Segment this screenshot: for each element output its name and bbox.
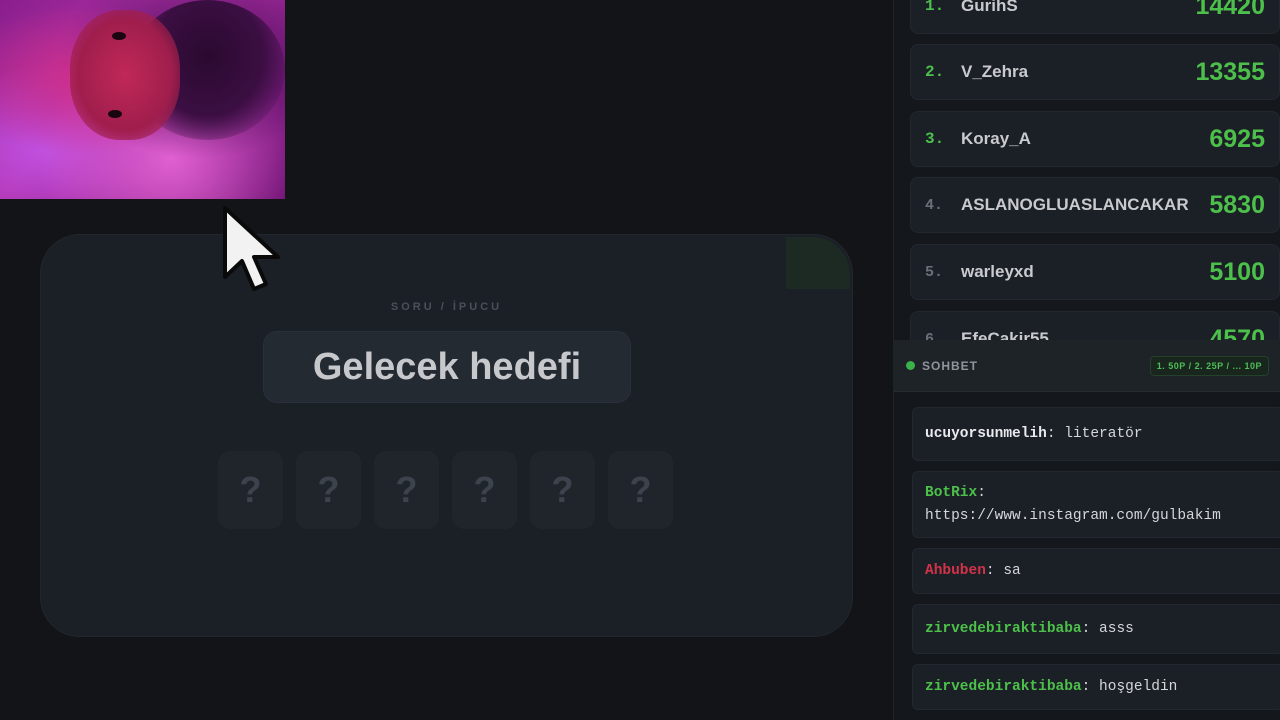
leaderboard-row: 1. GurihS 14420 <box>910 0 1280 34</box>
leaderboard-score: 5100 <box>1209 257 1265 286</box>
leaderboard-row: 5. warleyxd 5100 <box>910 244 1280 300</box>
leaderboard-row: 4. ASLANOGLUASLANCAKAR 5830 <box>910 177 1280 233</box>
letter-tile: ? <box>374 451 439 529</box>
chat-username[interactable]: zirvedebiraktibaba <box>925 621 1082 637</box>
leaderboard-name: ASLANOGLUASLANCAKAR <box>961 195 1189 214</box>
leaderboard-rank: 5. <box>925 263 944 281</box>
letter-tile: ? <box>530 451 595 529</box>
webcam-eye <box>108 110 122 118</box>
leaderboard-score: 13355 <box>1195 57 1265 86</box>
card-corner-accent <box>786 237 850 289</box>
leaderboard-name: Koray_A <box>961 129 1031 148</box>
letter-tile: ? <box>218 451 283 529</box>
webcam-face <box>70 10 180 140</box>
chat-text: literatör <box>1064 425 1143 442</box>
leaderboard-score: 14420 <box>1195 0 1265 20</box>
letter-tile: ? <box>296 451 361 529</box>
letter-tile: ? <box>608 451 673 529</box>
leaderboard-rank: 4. <box>925 196 944 214</box>
app-root: SORU / İPUCU Gelecek hedefi ? ? ? ? ? ? … <box>0 0 1280 720</box>
chat-message: BotRix: https://www.instagram.com/gulbak… <box>912 471 1280 538</box>
right-panel: 1. GurihS 14420 2. V_Zehra 13355 3. Kora… <box>893 0 1280 720</box>
chat-colon: : <box>1081 620 1100 637</box>
chat-colon: : <box>1081 678 1100 695</box>
chat-username[interactable]: zirvedebiraktibaba <box>925 679 1082 695</box>
leaderboard-score: 6925 <box>1209 124 1265 153</box>
points-badge: 1. 50P / 2. 25P / ... 10P <box>1149 355 1269 376</box>
leaderboard-rank: 2. <box>925 63 945 81</box>
chat-message: zirvedebiraktibaba: asss <box>912 604 1280 654</box>
leaderboard-rank: 1. <box>925 0 945 15</box>
chat-message: zirvedebiraktibaba: hoşgeldin <box>912 664 1280 710</box>
chat-colon: : <box>985 562 1004 579</box>
leaderboard-rank: 3. <box>925 130 945 148</box>
chat-text: sa <box>1003 562 1021 579</box>
letter-tiles: ? ? ? ? ? ? <box>218 451 673 529</box>
leaderboard-name: warleyxd <box>961 262 1034 281</box>
letter-tile: ? <box>452 451 517 529</box>
leaderboard-score: 5830 <box>1209 190 1265 219</box>
chat-text: hoşgeldin <box>1099 678 1178 695</box>
chat-header: SOHBET 1. 50P / 2. 25P / ... 10P <box>894 340 1280 392</box>
chat-text: asss <box>1099 620 1134 637</box>
chat-username[interactable]: BotRix <box>925 485 977 501</box>
leaderboard-name: V_Zehra <box>961 62 1029 81</box>
chat-colon: : <box>977 484 986 501</box>
leaderboard-row: 3. Koray_A 6925 <box>910 111 1280 167</box>
webcam-eye <box>112 32 126 40</box>
chat-username[interactable]: ucuyorsunmelih <box>925 426 1047 442</box>
leaderboard-name: GurihS <box>961 0 1018 15</box>
chat-title: SOHBET <box>922 358 979 373</box>
webcam-feed <box>0 0 285 199</box>
chat-username[interactable]: Ahbuben <box>925 563 986 579</box>
chat-colon: : <box>1046 425 1065 442</box>
live-dot-icon <box>906 361 915 370</box>
hint-label: SORU / İPUCU <box>390 301 503 313</box>
chat-message: Ahbuben: sa <box>912 548 1280 594</box>
leaderboard-row: 2. V_Zehra 13355 <box>910 44 1280 100</box>
hint-text: Gelecek hedefi <box>263 331 631 403</box>
chat-text[interactable]: https://www.instagram.com/gulbakim <box>925 505 1271 528</box>
game-card: SORU / İPUCU Gelecek hedefi ? ? ? ? ? ? <box>40 234 853 637</box>
chat-message: ucuyorsunmelih: literatör <box>912 407 1280 461</box>
mouse-cursor-icon <box>223 206 280 291</box>
